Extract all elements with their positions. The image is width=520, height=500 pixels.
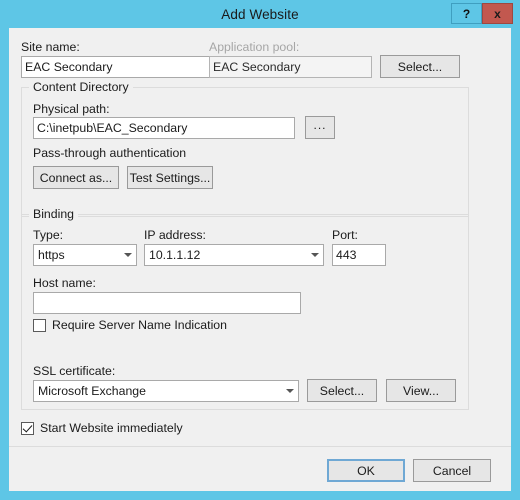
chevron-down-icon — [306, 245, 323, 265]
ssl-certificate-label: SSL certificate: — [33, 364, 116, 378]
ssl-certificate-select-button[interactable]: Select... — [307, 379, 377, 402]
ssl-certificate-value: Microsoft Exchange — [38, 384, 146, 398]
connect-as-button[interactable]: Connect as... — [33, 166, 119, 189]
chevron-down-icon — [281, 381, 298, 401]
pass-through-authentication-label: Pass-through authentication — [33, 146, 187, 160]
port-label: Port: — [332, 228, 358, 242]
physical-path-browse-button[interactable]: ... — [305, 116, 335, 139]
application-pool-label: Application pool: — [209, 40, 300, 54]
require-sni-label: Require Server Name Indication — [52, 318, 227, 332]
dialog-body: Site name: EAC Secondary Application poo… — [9, 28, 511, 491]
host-name-input[interactable] — [33, 292, 301, 314]
site-name-label: Site name: — [21, 40, 80, 54]
title-bar: Add Website ? x — [0, 0, 520, 28]
test-settings-button[interactable]: Test Settings... — [127, 166, 213, 189]
physical-path-label: Physical path: — [33, 102, 110, 116]
require-sni-checkbox-row[interactable]: Require Server Name Indication — [33, 318, 227, 332]
start-website-checkbox-row[interactable]: Start Website immediately — [21, 421, 183, 435]
footer-divider — [9, 446, 511, 447]
binding-group-title: Binding — [29, 207, 79, 221]
caption-buttons: ? x — [451, 3, 513, 24]
ssl-certificate-select[interactable]: Microsoft Exchange — [33, 380, 299, 402]
page-title: Add Website — [221, 6, 299, 22]
start-website-label: Start Website immediately — [40, 421, 183, 435]
site-name-input[interactable]: EAC Secondary — [21, 56, 213, 78]
add-website-dialog: Add Website ? x Site name: EAC Secondary… — [0, 0, 520, 500]
ip-address-label: IP address: — [144, 228, 206, 242]
binding-type-label: Type: — [33, 228, 64, 242]
physical-path-input[interactable]: C:\inetpub\EAC_Secondary — [33, 117, 295, 139]
chevron-down-icon — [119, 245, 136, 265]
binding-type-select[interactable]: https — [33, 244, 137, 266]
ok-button[interactable]: OK — [327, 459, 405, 482]
start-website-checkbox[interactable] — [21, 421, 34, 435]
application-pool-input[interactable]: EAC Secondary — [209, 56, 372, 78]
cancel-button[interactable]: Cancel — [413, 459, 491, 482]
binding-type-value: https — [38, 248, 65, 262]
port-input[interactable]: 443 — [332, 244, 386, 266]
ssl-certificate-view-button[interactable]: View... — [386, 379, 456, 402]
content-directory-group-title: Content Directory — [29, 80, 133, 94]
help-icon[interactable]: ? — [451, 3, 482, 24]
application-pool-select-button[interactable]: Select... — [380, 55, 460, 78]
close-icon[interactable]: x — [482, 3, 513, 24]
ip-address-value: 10.1.1.12 — [149, 248, 201, 262]
ip-address-select[interactable]: 10.1.1.12 — [144, 244, 324, 266]
host-name-label: Host name: — [33, 276, 96, 290]
require-sni-checkbox[interactable] — [33, 318, 46, 332]
